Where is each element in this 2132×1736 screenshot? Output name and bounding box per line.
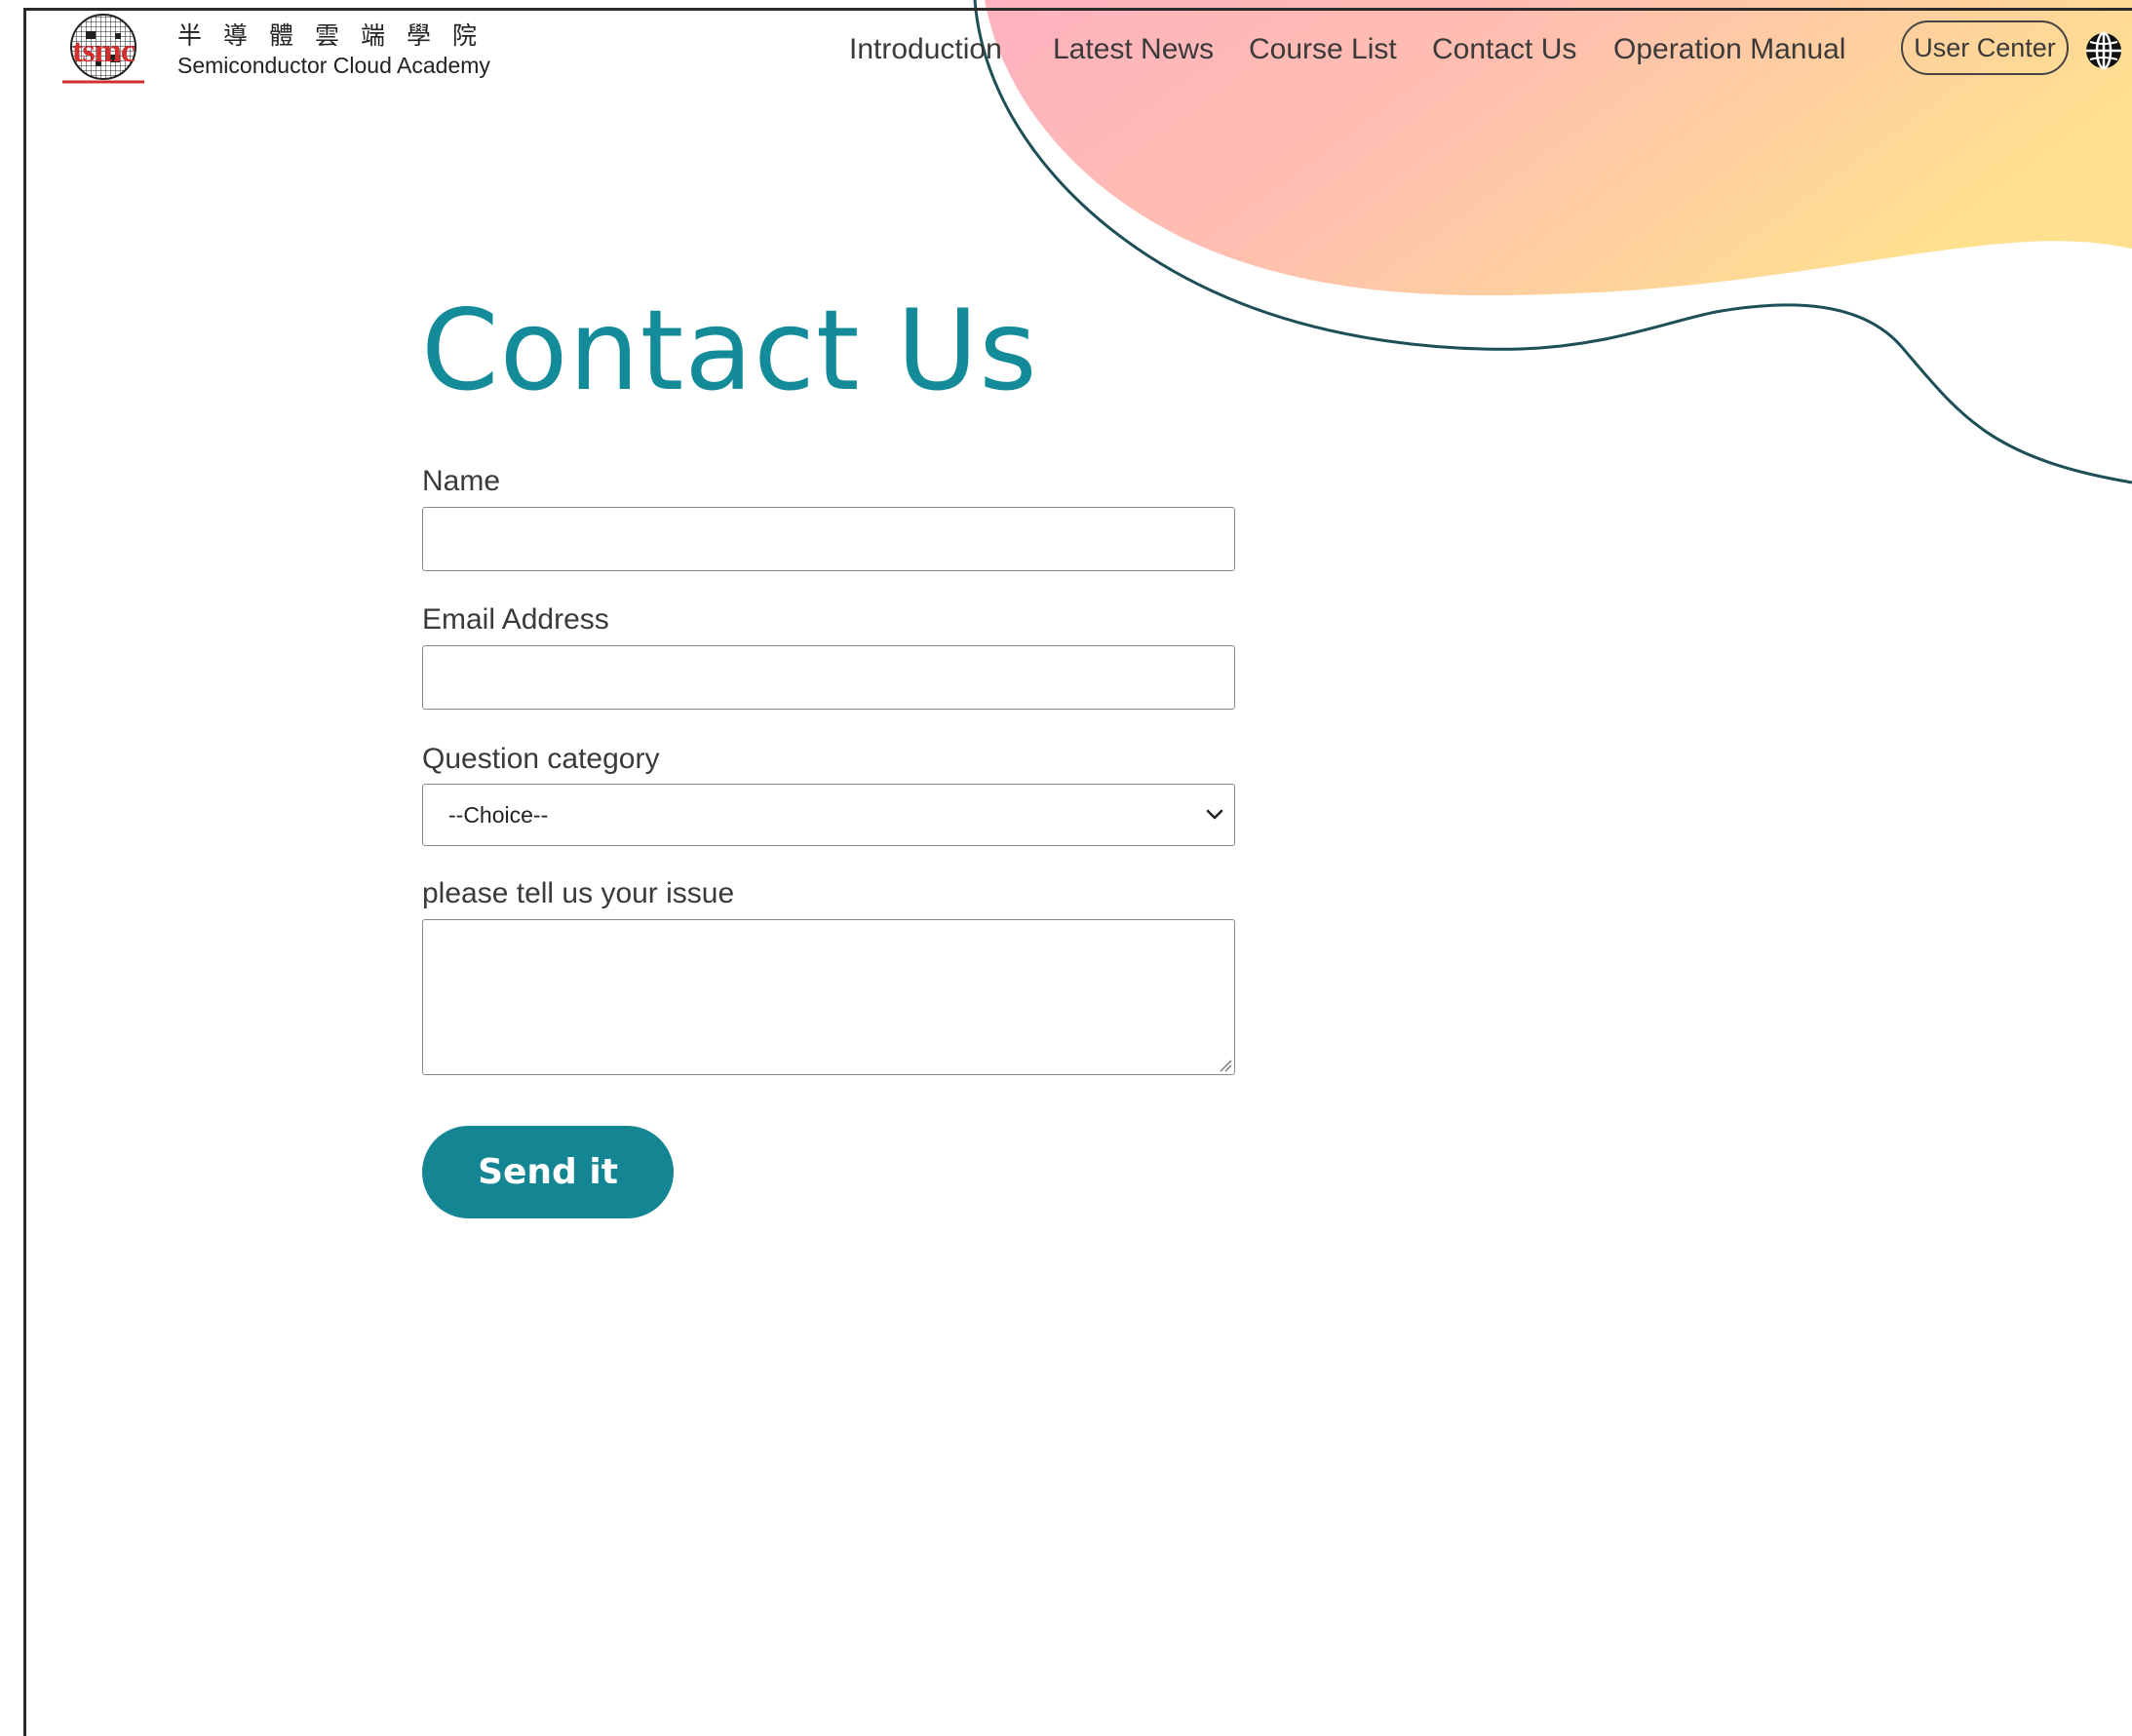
page-title: Contact Us xyxy=(421,286,1038,415)
question-category-selected: --Choice-- xyxy=(448,802,549,828)
question-category-select[interactable]: --Choice-- xyxy=(422,784,1235,846)
logo-english-name: Semiconductor Cloud Academy xyxy=(177,53,490,78)
nav-item-contact-us[interactable]: Contact Us xyxy=(1432,27,1576,72)
nav-item-introduction[interactable]: Introduction xyxy=(849,27,1002,72)
site-logo[interactable]: tsmc 半導體雲端學院 Semiconductor Cloud Academy xyxy=(57,12,515,86)
nav-item-latest-news[interactable]: Latest News xyxy=(1053,27,1214,72)
send-button[interactable]: Send it xyxy=(422,1126,674,1218)
resize-grip-icon[interactable] xyxy=(1219,1059,1232,1072)
nav-item-operation-manual[interactable]: Operation Manual xyxy=(1613,27,1845,72)
globe-icon[interactable] xyxy=(2084,31,2123,70)
logo-wordmark: tsmc xyxy=(72,33,136,69)
window-frame-top xyxy=(23,8,2132,11)
name-label: Name xyxy=(422,465,501,497)
logo-chinese-name: 半導體雲端學院 xyxy=(177,21,499,50)
nav-item-course-list[interactable]: Course List xyxy=(1249,27,1397,72)
name-input[interactable] xyxy=(422,507,1235,571)
user-center-button[interactable]: User Center xyxy=(1901,20,2069,75)
email-label: Email Address xyxy=(422,603,609,636)
issue-label: please tell us your issue xyxy=(422,877,735,909)
page: tsmc 半導體雲端學院 Semiconductor Cloud Academy… xyxy=(0,0,2132,1736)
email-input[interactable] xyxy=(422,645,1235,710)
question-category-label: Question category xyxy=(422,743,660,775)
tsmc-logo-icon: tsmc xyxy=(57,12,150,86)
chevron-down-icon xyxy=(1203,802,1226,826)
issue-textarea[interactable] xyxy=(422,919,1235,1075)
window-frame-left xyxy=(23,8,26,1736)
